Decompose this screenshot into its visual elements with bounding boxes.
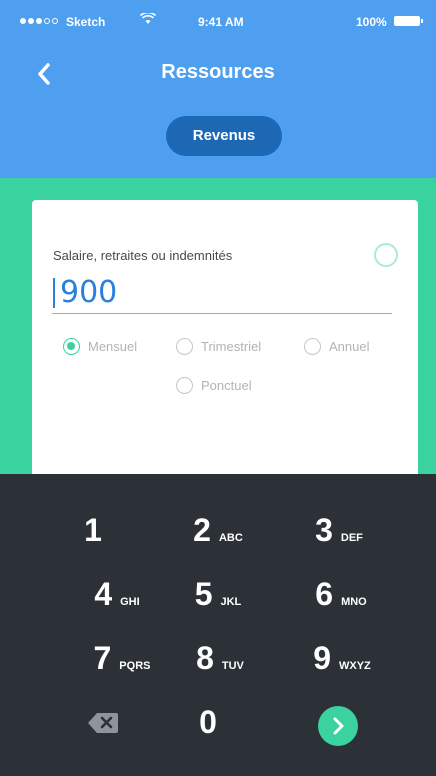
key-1[interactable]: 1 [32, 512, 162, 562]
radio-mensuel[interactable]: Mensuel [63, 338, 137, 355]
signal-strength-icon [20, 18, 58, 24]
next-button[interactable] [318, 706, 358, 746]
field-label: Salaire, retraites ou indemnités [53, 248, 233, 263]
battery-icon [394, 16, 423, 26]
radio-unchecked-icon [176, 338, 193, 355]
numeric-keypad: 1 2 ABC 3 DEF 4 GHI 5 JKL 6 MNO 7 PQRS 8… [0, 474, 436, 776]
key-8[interactable]: 8 TUV [155, 640, 285, 690]
radio-label: Annuel [329, 339, 370, 354]
radio-label: Ponctuel [201, 378, 252, 393]
key-6[interactable]: 6 MNO [276, 576, 406, 626]
carrier-name: Sketch [66, 15, 106, 29]
chevron-right-icon [333, 717, 344, 735]
page-title: Ressources [161, 61, 275, 83]
radio-trimestriel[interactable]: Trimestriel [176, 338, 261, 355]
income-card: Salaire, retraites ou indemnités Mensuel… [32, 200, 418, 480]
revenus-segment-button[interactable]: Revenus [166, 116, 282, 156]
wifi-icon [140, 13, 156, 24]
key-0[interactable]: 0 [143, 704, 273, 754]
header: Sketch 9:41 AM 100% Ressources Revenus [0, 0, 436, 178]
key-3[interactable]: 3 DEF [274, 512, 404, 562]
amount-input[interactable] [52, 272, 392, 314]
radio-unchecked-icon [304, 338, 321, 355]
radio-annuel[interactable]: Annuel [304, 338, 369, 355]
text-caret [53, 278, 55, 308]
battery-percentage: 100% [356, 15, 387, 29]
radio-checked-icon [63, 338, 80, 355]
status-bar: Sketch 9:41 AM 100% [0, 0, 436, 40]
radio-unchecked-icon [176, 377, 193, 394]
radio-label: Trimestriel [201, 339, 262, 354]
key-9[interactable]: 9 WXYZ [277, 640, 407, 690]
status-time: 9:41 AM [198, 15, 244, 29]
backspace-icon[interactable] [88, 712, 118, 734]
key-5[interactable]: 5 JKL [153, 576, 283, 626]
radio-ponctuel[interactable]: Ponctuel [176, 377, 252, 394]
key-2[interactable]: 2 ABC [153, 512, 283, 562]
radio-label: Mensuel [88, 339, 138, 354]
validation-check-icon [374, 243, 398, 267]
